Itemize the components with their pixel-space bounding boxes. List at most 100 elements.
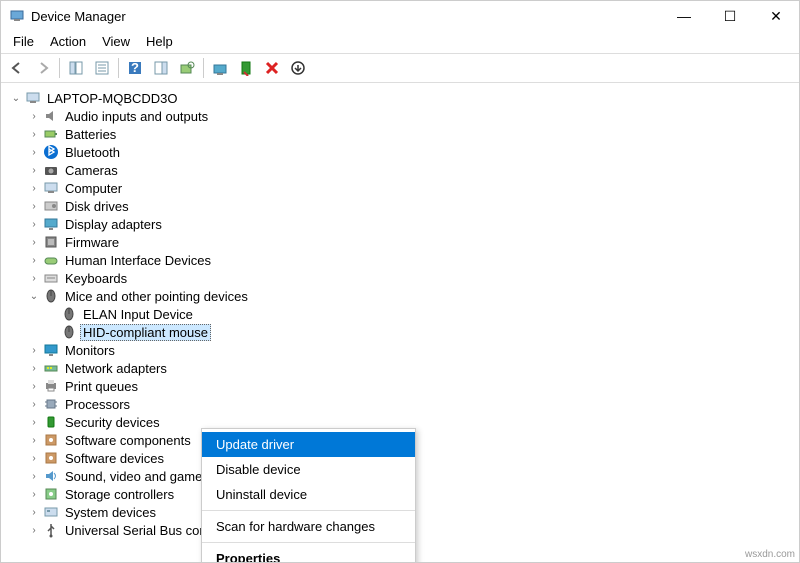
- expander-icon[interactable]: ›: [27, 345, 41, 356]
- tree-category[interactable]: › Network adapters: [9, 359, 799, 377]
- category-label: Firmware: [63, 235, 121, 250]
- window-controls: — ☐ ✕: [661, 1, 799, 31]
- back-button[interactable]: [5, 56, 29, 80]
- device-tree[interactable]: ⌄ LAPTOP-MQBCDD3O › Audio inputs and outp…: [1, 83, 799, 562]
- expander-icon[interactable]: ›: [27, 417, 41, 428]
- category-label: Storage controllers: [63, 487, 176, 502]
- bluetooth-icon: [43, 144, 59, 160]
- expander-icon[interactable]: ›: [27, 363, 41, 374]
- menu-view[interactable]: View: [94, 32, 138, 51]
- menubar: File Action View Help: [1, 31, 799, 53]
- close-button[interactable]: ✕: [753, 1, 799, 31]
- expander-icon[interactable]: ›: [27, 381, 41, 392]
- menu-help[interactable]: Help: [138, 32, 181, 51]
- sound-icon: [43, 468, 59, 484]
- tree-category[interactable]: ›Processors: [9, 395, 799, 413]
- watermark: wsxdn.com: [745, 549, 795, 560]
- category-label: Computer: [63, 181, 124, 196]
- tree-category[interactable]: › Computer: [9, 179, 799, 197]
- storage-icon: [43, 486, 59, 502]
- tree-category[interactable]: ›Print queues: [9, 377, 799, 395]
- tree-category[interactable]: › Cameras: [9, 161, 799, 179]
- expander-icon[interactable]: ⌄: [27, 291, 41, 302]
- minimize-button[interactable]: —: [661, 1, 707, 31]
- category-label: Bluetooth: [63, 145, 122, 160]
- menu-file[interactable]: File: [5, 32, 42, 51]
- category-label: Disk drives: [63, 199, 131, 214]
- computer-icon: [43, 180, 59, 196]
- expander-icon[interactable]: ›: [27, 489, 41, 500]
- tree-category[interactable]: › Monitors: [9, 341, 799, 359]
- expander-icon[interactable]: ›: [27, 183, 41, 194]
- category-label: Monitors: [63, 343, 117, 358]
- tree-category[interactable]: › Bluetooth: [9, 143, 799, 161]
- cpu-icon: [43, 396, 59, 412]
- category-label: Network adapters: [63, 361, 169, 376]
- expander-icon[interactable]: ›: [27, 111, 41, 122]
- tree-category[interactable]: › Human Interface Devices: [9, 251, 799, 269]
- expander-icon[interactable]: ›: [27, 255, 41, 266]
- category-label: System devices: [63, 505, 158, 520]
- expander-icon[interactable]: ›: [27, 453, 41, 464]
- tree-device[interactable]: HID-compliant mouse: [9, 323, 799, 341]
- expander-icon[interactable]: ›: [27, 471, 41, 482]
- tree-category[interactable]: › Firmware: [9, 233, 799, 251]
- tree-category[interactable]: ›Batteries: [9, 125, 799, 143]
- context-menu-item[interactable]: Scan for hardware changes: [202, 514, 415, 539]
- uninstall-device-button[interactable]: [260, 56, 284, 80]
- expander-icon[interactable]: ›: [27, 435, 41, 446]
- scan-hardware-button[interactable]: [175, 56, 199, 80]
- context-menu: Update driverDisable deviceUninstall dev…: [201, 428, 416, 562]
- menu-action[interactable]: Action: [42, 32, 94, 51]
- help-button[interactable]: ?: [123, 56, 147, 80]
- expander-icon[interactable]: ›: [27, 147, 41, 158]
- usb-icon: [43, 522, 59, 538]
- context-menu-item[interactable]: Uninstall device: [202, 482, 415, 507]
- expander-icon[interactable]: ›: [27, 237, 41, 248]
- add-legacy-hardware-button[interactable]: [286, 56, 310, 80]
- show-hide-tree-button[interactable]: [64, 56, 88, 80]
- toolbar: ?: [1, 53, 799, 83]
- tree-device[interactable]: ELAN Input Device: [9, 305, 799, 323]
- disable-device-button[interactable]: [234, 56, 258, 80]
- expander-icon[interactable]: ›: [27, 165, 41, 176]
- system-icon: [43, 504, 59, 520]
- expander-icon[interactable]: ›: [27, 201, 41, 212]
- properties-button[interactable]: [90, 56, 114, 80]
- tree-root[interactable]: ⌄ LAPTOP-MQBCDD3O: [9, 89, 799, 107]
- tree-category[interactable]: › Disk drives: [9, 197, 799, 215]
- update-driver-button[interactable]: [208, 56, 232, 80]
- category-label: Software devices: [63, 451, 166, 466]
- category-label: Security devices: [63, 415, 162, 430]
- category-label: Audio inputs and outputs: [63, 109, 210, 124]
- expander-icon[interactable]: ›: [27, 399, 41, 410]
- context-menu-item[interactable]: Update driver: [202, 432, 415, 457]
- category-label: Display adapters: [63, 217, 164, 232]
- category-label: Mice and other pointing devices: [63, 289, 250, 304]
- expander-icon[interactable]: ›: [27, 273, 41, 284]
- context-menu-item[interactable]: Disable device: [202, 457, 415, 482]
- expander-icon[interactable]: ›: [27, 219, 41, 230]
- display-icon: [43, 216, 59, 232]
- category-label: Software components: [63, 433, 193, 448]
- maximize-button[interactable]: ☐: [707, 1, 753, 31]
- tree-category[interactable]: ⌄ Mice and other pointing devices: [9, 287, 799, 305]
- firmware-icon: [43, 234, 59, 250]
- action-pane-button[interactable]: [149, 56, 173, 80]
- category-label: Keyboards: [63, 271, 129, 286]
- device-label: HID-compliant mouse: [80, 324, 211, 341]
- forward-button[interactable]: [31, 56, 55, 80]
- tree-category[interactable]: › Audio inputs and outputs: [9, 107, 799, 125]
- category-label: Cameras: [63, 163, 120, 178]
- hid-icon: [43, 252, 59, 268]
- software-icon: [43, 432, 59, 448]
- expander-icon[interactable]: ›: [27, 129, 41, 140]
- tree-category[interactable]: › Display adapters: [9, 215, 799, 233]
- tree-category[interactable]: › Keyboards: [9, 269, 799, 287]
- expander-icon[interactable]: ›: [27, 525, 41, 536]
- expander-icon[interactable]: ⌄: [9, 93, 23, 104]
- category-label: Human Interface Devices: [63, 253, 213, 268]
- context-menu-item[interactable]: Properties: [202, 546, 415, 562]
- expander-icon[interactable]: ›: [27, 507, 41, 518]
- printer-icon: [43, 378, 59, 394]
